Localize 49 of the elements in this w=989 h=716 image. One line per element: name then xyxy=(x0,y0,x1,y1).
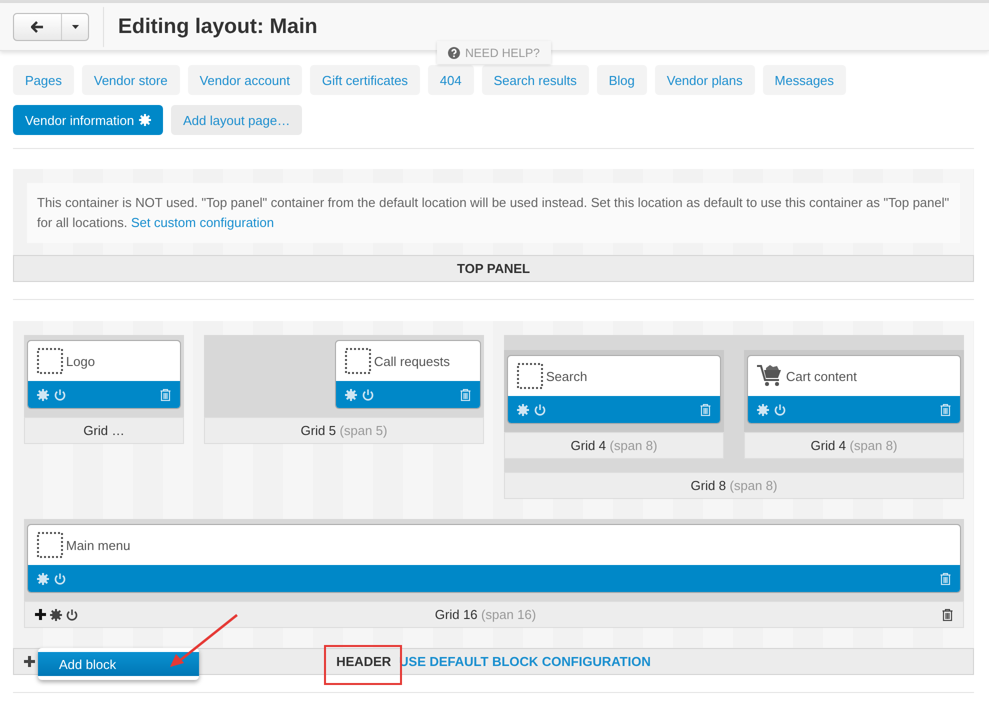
cart-icon xyxy=(757,364,783,388)
grid-title: Grid … xyxy=(83,423,125,438)
help-button[interactable]: NEED HELP? xyxy=(437,41,551,64)
block-name: Logo xyxy=(66,354,95,368)
layout-tab[interactable]: Vendor account xyxy=(188,65,302,95)
grid-title: Grid 4 xyxy=(570,438,606,453)
block-name: Cart content xyxy=(786,368,857,384)
page-title: Editing layout: Main xyxy=(118,14,318,38)
layout-tab[interactable]: 404 xyxy=(428,65,474,95)
settings-icon[interactable] xyxy=(139,114,152,126)
layout-tab[interactable]: Add layout page… xyxy=(171,105,302,135)
menu-item[interactable]: Add block xyxy=(38,652,199,676)
dotted-square-icon xyxy=(517,363,543,389)
grid-span: (span 16) xyxy=(481,607,536,622)
annotation-arrow xyxy=(168,612,240,669)
layout-tab[interactable]: Messages xyxy=(762,65,846,95)
power-icon[interactable] xyxy=(66,608,78,620)
grid-title: Grid 8 xyxy=(690,478,726,493)
notice-text: This container is NOT used. "Top panel" container from the default location will be used instead. Set this location as default to use this container as "Top panel" for all locations. Set custom configuration xyxy=(27,183,960,243)
grid-span: (span 8) xyxy=(610,438,658,453)
dotted-square-icon xyxy=(37,348,63,374)
question-icon xyxy=(448,46,460,58)
layout-tab[interactable]: Gift certificates xyxy=(310,65,420,95)
container-title: HEADER xyxy=(336,654,392,669)
layout-tab[interactable]: Search results xyxy=(482,65,589,95)
grid-title: Grid 5 xyxy=(300,423,336,438)
dotted-square-icon xyxy=(37,532,63,558)
layout-tab[interactable]: Vendor plans xyxy=(654,65,755,95)
trash-icon[interactable] xyxy=(942,608,953,620)
gear-icon[interactable] xyxy=(50,608,62,620)
plus-icon[interactable] xyxy=(35,609,46,620)
plus-icon[interactable] xyxy=(24,656,35,667)
layout-tab[interactable]: Blog xyxy=(596,65,647,95)
layout-tab[interactable]: Pages xyxy=(13,65,74,95)
layout-tab[interactable]: Vendor information xyxy=(13,105,164,135)
block-name: Search xyxy=(546,368,588,384)
grid-span: (span 8) xyxy=(850,438,898,453)
grid-span: (span 5) xyxy=(340,423,388,438)
container-title: TOP PANEL xyxy=(457,261,530,276)
caret-icon xyxy=(72,24,78,28)
custom-configuration-link[interactable]: Set custom configuration xyxy=(130,215,274,230)
grid-span: (span 8) xyxy=(730,478,778,493)
block-name: Main menu xyxy=(66,538,130,552)
arrow-left-icon xyxy=(31,20,44,32)
layout-tab[interactable]: Vendor store xyxy=(82,65,180,95)
block-name: Call requests xyxy=(374,354,450,368)
dotted-square-icon xyxy=(345,348,371,374)
grid-title: Grid 4 xyxy=(810,438,846,453)
grid-title: Grid 16 xyxy=(434,607,478,622)
